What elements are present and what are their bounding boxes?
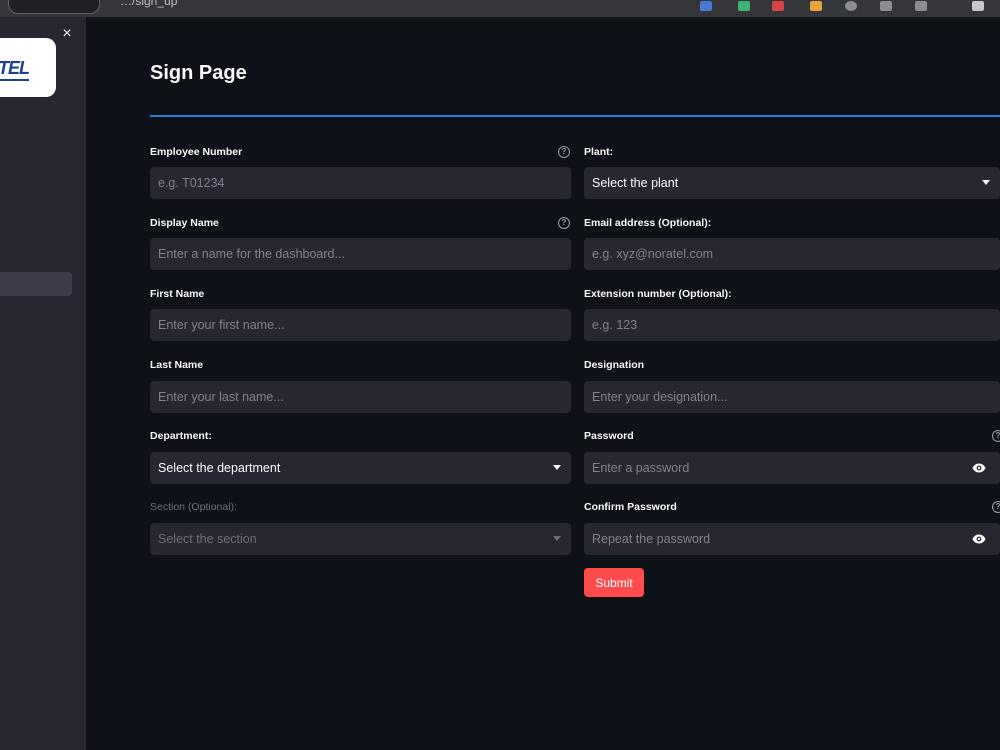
page-title: Sign Page (150, 62, 247, 84)
eye-icon[interactable] (972, 533, 986, 545)
company-logo: TEL (0, 38, 56, 97)
password-placeholder: Enter a password (592, 461, 690, 475)
confirm-password-input[interactable]: Repeat the password (584, 523, 1000, 555)
designation-placeholder: Enter your designation... (592, 390, 728, 404)
extension-icon[interactable] (738, 1, 750, 11)
extension-placeholder: e.g. 123 (592, 318, 638, 332)
browser-url[interactable]: …/sign_up (120, 0, 177, 8)
last-name-input[interactable]: Enter your last name... (150, 381, 571, 413)
section-select: Select the section (150, 523, 571, 555)
extension-icon[interactable] (810, 1, 822, 11)
last-name-label: Last Name (150, 359, 204, 371)
designation-label: Designation (584, 359, 645, 371)
close-icon[interactable]: × (60, 26, 74, 42)
display-name-label: Display Name (150, 217, 219, 229)
plant-select[interactable]: Select the plant (584, 167, 1000, 199)
designation-input[interactable]: Enter your designation... (584, 381, 1000, 413)
password-input[interactable]: Enter a password (584, 452, 1000, 484)
last-name-placeholder: Enter your last name... (158, 390, 284, 404)
submit-button[interactable]: Submit (584, 568, 644, 597)
extension-icon[interactable] (880, 1, 892, 11)
sidebar: TEL × (0, 17, 86, 750)
extension-icon[interactable] (915, 1, 927, 11)
help-circle-icon[interactable]: ? (992, 501, 1000, 513)
first-name-placeholder: Enter your first name... (158, 318, 285, 332)
extension-label: Extension number (Optional): (584, 288, 732, 300)
profile-icon[interactable] (972, 1, 984, 11)
department-select[interactable]: Select the department (150, 452, 571, 484)
email-label: Email address (Optional): (584, 217, 712, 229)
sidebar-item-selected[interactable] (0, 272, 72, 296)
logo-text: TEL (0, 58, 30, 81)
first-name-label: First Name (150, 288, 205, 300)
employee-number-placeholder: e.g. T01234 (158, 176, 225, 190)
extension-input[interactable]: e.g. 123 (584, 309, 1000, 341)
display-name-input[interactable]: Enter a name for the dashboard... (150, 238, 571, 270)
main-content: Sign Page Employee Number ? e.g. T01234 … (86, 17, 1000, 750)
eye-icon[interactable] (972, 462, 986, 474)
department-label: Department: (150, 430, 212, 442)
section-selected: Select the section (158, 532, 257, 546)
help-circle-icon[interactable]: ? (558, 217, 570, 229)
first-name-input[interactable]: Enter your first name... (150, 309, 571, 341)
title-divider (150, 115, 1000, 117)
employee-number-input[interactable]: e.g. T01234 (150, 167, 571, 199)
browser-tab[interactable] (8, 0, 100, 14)
chevron-down-icon (982, 180, 990, 185)
password-label: Password (584, 430, 634, 442)
department-selected: Select the department (158, 461, 281, 475)
plant-selected: Select the plant (592, 176, 679, 190)
help-circle-icon[interactable]: ? (992, 430, 1000, 442)
browser-toolbar: …/sign_up (0, 0, 1000, 17)
confirm-password-placeholder: Repeat the password (592, 532, 711, 546)
email-placeholder: e.g. xyz@noratel.com (592, 247, 714, 261)
extension-icon[interactable] (700, 1, 712, 11)
plant-label: Plant: (584, 146, 614, 158)
email-input[interactable]: e.g. xyz@noratel.com (584, 238, 1000, 270)
chevron-down-icon (553, 465, 561, 470)
chevron-down-icon (553, 536, 561, 541)
extension-icon[interactable] (845, 1, 857, 11)
extension-icon[interactable] (772, 1, 784, 11)
display-name-placeholder: Enter a name for the dashboard... (158, 247, 345, 261)
help-circle-icon[interactable]: ? (558, 146, 570, 158)
section-label: Section (Optional): (150, 501, 237, 513)
confirm-password-label: Confirm Password (584, 501, 677, 513)
employee-number-label: Employee Number (150, 146, 243, 158)
